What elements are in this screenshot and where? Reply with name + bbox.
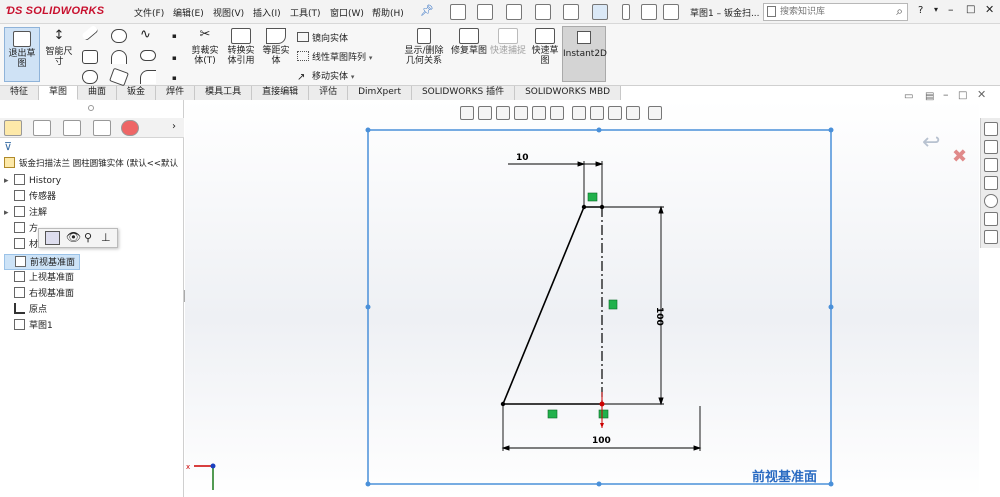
sketch-canvas: 10 100 100 x [186,127,834,490]
sketch-points[interactable] [500,204,605,407]
front-plane-boundary[interactable] [367,129,832,485]
dimension-base-width-value[interactable]: 100 [592,436,611,446]
vertical-relation-icon [608,299,618,310]
plane-name-label: 前视基准面 [752,470,818,485]
sketch-slanted-line[interactable] [502,206,585,405]
plane-handles[interactable] [365,127,834,487]
horizontal-relation-icon [547,409,558,419]
horizontal-relation-icon [587,192,598,202]
dimension-top-width-value[interactable]: 10 [516,153,529,163]
svg-text:x: x [186,463,190,471]
view-triad[interactable]: x [186,463,216,490]
coincident-relation-icon [598,409,609,419]
sketch-relations[interactable] [547,192,618,419]
dimension-height-value[interactable]: 100 [654,307,664,326]
